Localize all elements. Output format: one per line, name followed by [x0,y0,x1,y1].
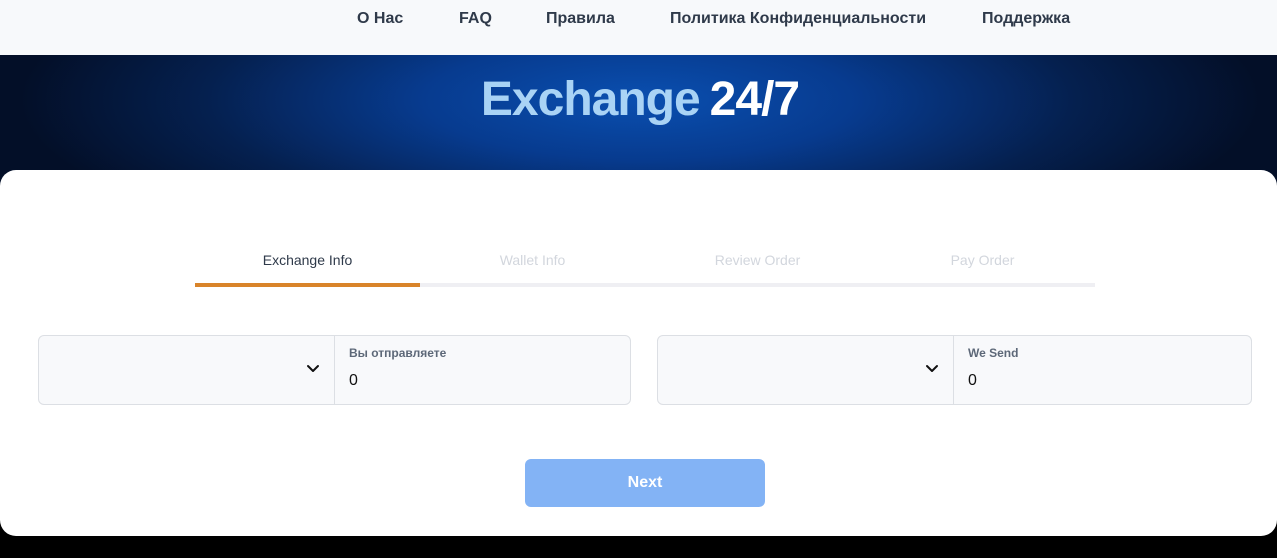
receive-currency-select[interactable] [658,336,954,404]
step-pay-order[interactable]: Pay Order [870,252,1095,268]
send-currency-select[interactable] [39,336,335,404]
nav-link-support[interactable]: Поддержка [982,10,1070,28]
step-wallet-info[interactable]: Wallet Info [420,252,645,268]
receive-amount-field: We Send [954,336,1251,404]
send-amount-field: Вы отправляете [335,336,630,404]
hero-title-hours: 24/7 [709,73,800,126]
stepper: Exchange Info Wallet Info Review Order P… [195,252,1095,288]
page: О Нас FAQ Правила Политика Конфиденциаль… [0,0,1277,558]
send-amount-label: Вы отправляете [349,346,447,360]
receive-exchange-group: We Send [657,335,1252,405]
nav-link-faq[interactable]: FAQ [459,10,492,28]
send-exchange-group: Вы отправляете [38,335,631,405]
receive-amount-label: We Send [968,346,1019,360]
chevron-down-icon [307,365,319,372]
receive-amount-input[interactable] [968,370,1228,392]
stepper-progress-track [195,283,1095,287]
hero-title: Exchange 24/7 [0,72,1277,127]
step-exchange-info[interactable]: Exchange Info [195,252,420,268]
step-review-order[interactable]: Review Order [645,252,870,268]
nav-link-rules[interactable]: Правила [546,10,615,28]
send-amount-input[interactable] [349,370,609,392]
stepper-progress-fill [195,283,420,287]
hero-title-exchange: Exchange [480,73,701,126]
top-navigation: О Нас FAQ Правила Политика Конфиденциаль… [0,0,1277,55]
nav-link-about[interactable]: О Нас [357,10,403,28]
chevron-down-icon [926,365,938,372]
next-button[interactable]: Next [525,459,765,507]
exchange-card: Exchange Info Wallet Info Review Order P… [0,170,1277,536]
nav-link-privacy-policy[interactable]: Политика Конфиденциальности [670,10,926,28]
